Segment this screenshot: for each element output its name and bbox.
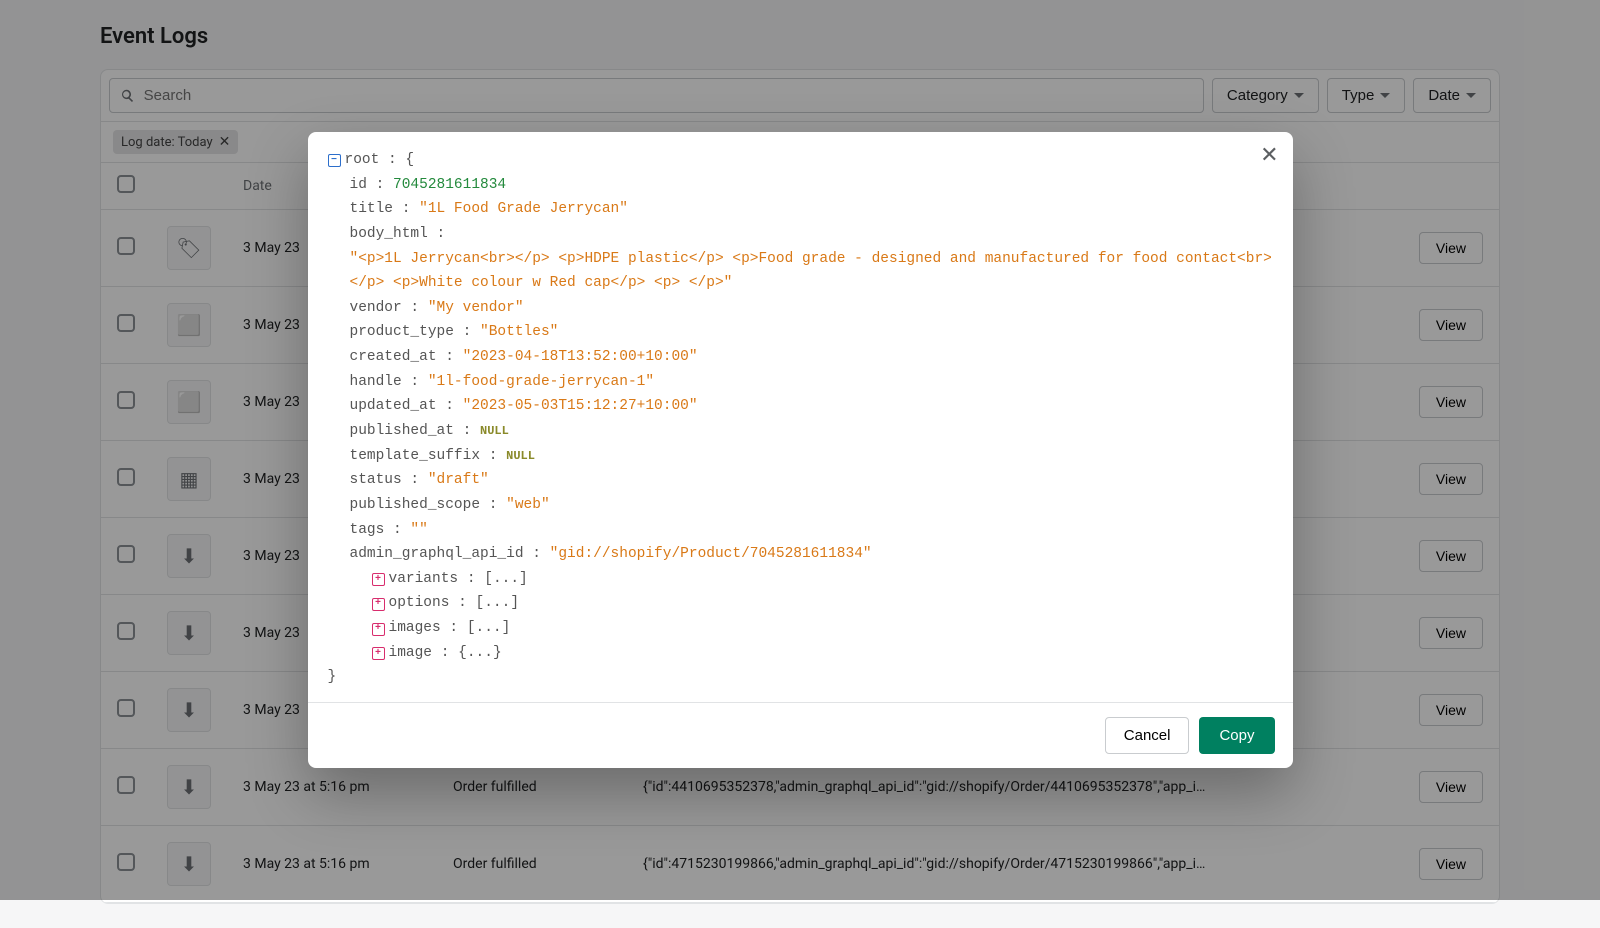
collapse-icon[interactable]: − — [328, 154, 341, 167]
copy-button[interactable]: Copy — [1199, 717, 1274, 754]
expand-icon[interactable]: + — [372, 573, 385, 586]
json-modal: ✕ −root : { id : 7045281611834 title : "… — [308, 132, 1293, 768]
modal-footer: Cancel Copy — [308, 702, 1293, 768]
expand-icon[interactable]: + — [372, 647, 385, 660]
cancel-button[interactable]: Cancel — [1105, 717, 1190, 754]
expand-icon[interactable]: + — [372, 623, 385, 636]
json-tree: −root : { id : 7045281611834 title : "1L… — [308, 132, 1293, 702]
close-icon[interactable]: ✕ — [1260, 144, 1278, 166]
expand-icon[interactable]: + — [372, 598, 385, 611]
modal-overlay[interactable]: ✕ −root : { id : 7045281611834 title : "… — [0, 0, 1600, 900]
